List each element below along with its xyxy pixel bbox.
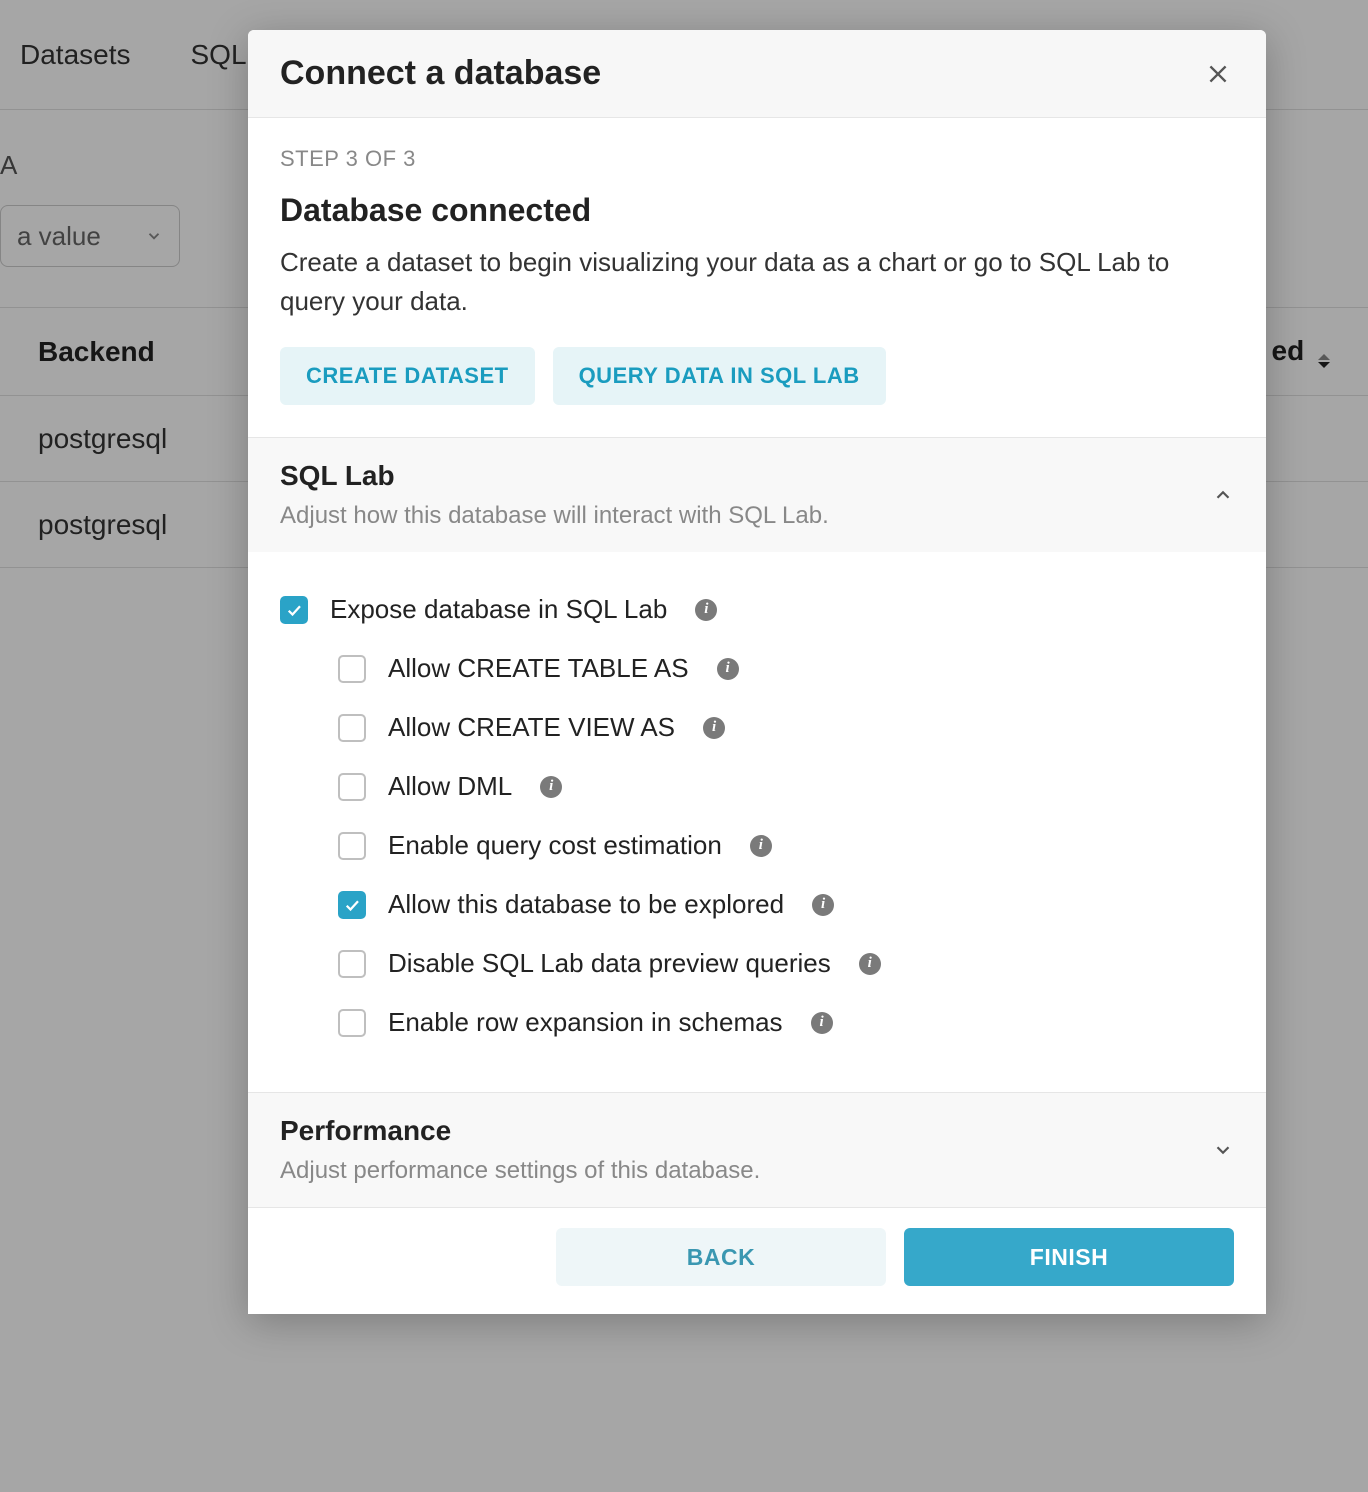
connect-database-modal: Connect a database STEP 3 OF 3 Database …	[248, 30, 1266, 1314]
performance-subtitle: Adjust performance settings of this data…	[280, 1157, 760, 1185]
chevron-up-icon	[1212, 484, 1234, 506]
info-icon[interactable]: i	[695, 599, 717, 621]
close-icon[interactable]	[1202, 58, 1234, 90]
create-dataset-button[interactable]: CREATE DATASET	[280, 347, 535, 405]
sql-lab-option: Enable query cost estimation i	[338, 816, 1234, 875]
checkbox-label: Allow DML	[388, 771, 512, 802]
modal-intro: STEP 3 OF 3 Database connected Create a …	[248, 118, 1266, 438]
step-label: STEP 3 OF 3	[280, 146, 1234, 172]
sql-lab-panel: SQL Lab Adjust how this database will in…	[248, 438, 1266, 1093]
sql-lab-option: Allow DML i	[338, 757, 1234, 816]
sql-lab-option: Enable row expansion in schemas i	[338, 993, 1234, 1052]
info-icon[interactable]: i	[540, 776, 562, 798]
connected-description: Create a dataset to begin visualizing yo…	[280, 243, 1234, 321]
chevron-down-icon	[1212, 1139, 1234, 1161]
sql-lab-options: Expose database in SQL LabiAllow CREATE …	[248, 552, 1266, 1092]
sql-lab-subtitle: Adjust how this database will interact w…	[280, 502, 829, 530]
checkbox[interactable]	[338, 950, 366, 978]
checkbox-label: Enable row expansion in schemas	[388, 1007, 783, 1038]
sql-lab-option: Allow CREATE TABLE AS i	[338, 639, 1234, 698]
checkbox-label: Disable SQL Lab data preview queries	[388, 948, 831, 979]
checkbox-label: Allow CREATE VIEW AS	[388, 712, 675, 743]
checkbox-label: Allow this database to be explored	[388, 889, 784, 920]
sql-lab-option: Allow CREATE VIEW AS i	[338, 698, 1234, 757]
checkbox[interactable]	[338, 655, 366, 683]
query-sql-lab-button[interactable]: QUERY DATA IN SQL LAB	[553, 347, 886, 405]
modal-title: Connect a database	[280, 54, 601, 93]
sql-lab-title: SQL Lab	[280, 460, 829, 492]
checkbox[interactable]	[280, 596, 308, 624]
performance-title: Performance	[280, 1115, 760, 1147]
checkbox[interactable]	[338, 832, 366, 860]
checkbox-label: Allow CREATE TABLE AS	[388, 653, 689, 684]
sql-lab-option: Disable SQL Lab data preview queries i	[338, 934, 1234, 993]
sql-lab-option: Allow this database to be explored i	[338, 875, 1234, 934]
info-icon[interactable]: i	[812, 894, 834, 916]
info-icon[interactable]: i	[717, 658, 739, 680]
sql-lab-panel-header[interactable]: SQL Lab Adjust how this database will in…	[248, 438, 1266, 552]
back-button[interactable]: BACK	[556, 1228, 886, 1286]
checkbox[interactable]	[338, 1009, 366, 1037]
performance-panel: Performance Adjust performance settings …	[248, 1093, 1266, 1208]
checkbox-label: Enable query cost estimation	[388, 830, 722, 861]
info-icon[interactable]: i	[703, 717, 725, 739]
finish-button[interactable]: FINISH	[904, 1228, 1234, 1286]
checkbox[interactable]	[338, 891, 366, 919]
performance-panel-header[interactable]: Performance Adjust performance settings …	[248, 1093, 1266, 1207]
info-icon[interactable]: i	[750, 835, 772, 857]
sql-lab-option: Expose database in SQL Lab i	[280, 580, 1234, 639]
connected-heading: Database connected	[280, 192, 1234, 229]
checkbox[interactable]	[338, 773, 366, 801]
modal-footer: BACK FINISH	[248, 1208, 1266, 1314]
info-icon[interactable]: i	[811, 1012, 833, 1034]
checkbox-label: Expose database in SQL Lab	[330, 594, 667, 625]
checkbox[interactable]	[338, 714, 366, 742]
modal-header: Connect a database	[248, 30, 1266, 118]
info-icon[interactable]: i	[859, 953, 881, 975]
